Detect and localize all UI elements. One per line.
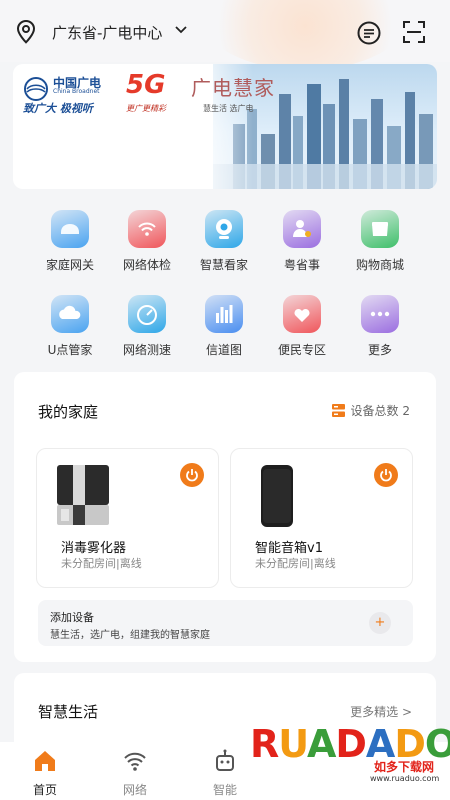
speedometer-icon: [128, 295, 166, 333]
watermark-url: www.ruaduo.com: [370, 774, 440, 783]
brand1-slogan: 致广大 极视听: [23, 102, 93, 115]
service-label: 粤省事: [283, 258, 320, 272]
service-label: 购物商城: [355, 258, 404, 272]
brand3-logo: 广电慧家: [191, 76, 275, 100]
service-label: 更多: [367, 343, 392, 357]
service-label: 网络体检: [122, 258, 171, 272]
tab-network[interactable]: 网络: [105, 742, 165, 798]
wifi-icon: [124, 752, 146, 771]
device-list-icon: [331, 404, 345, 417]
tab-label: 智能: [212, 783, 237, 797]
power-icon: [186, 469, 198, 482]
home-icon: [35, 751, 55, 771]
device-card-sterilizer[interactable]: 消毒雾化器 未分配房间|离线: [36, 448, 219, 588]
china-broadnet-logo-icon: [24, 77, 48, 101]
add-device-button[interactable]: +: [369, 612, 391, 634]
service-label: 智慧看家: [199, 258, 248, 272]
power-button[interactable]: [374, 463, 398, 487]
smart-life-title: 智慧生活: [38, 703, 99, 721]
tab-label: 首页: [32, 783, 57, 797]
my-family-card: 我的家庭 设备总数 2 消毒雾化器 未分配房间|离线 智能音箱v1 未分配房间|…: [14, 372, 436, 662]
camera-icon: [205, 210, 243, 248]
service-label: 网络测速: [122, 343, 171, 357]
tab-home[interactable]: 首页: [15, 742, 75, 798]
service-item-10[interactable]: 更多: [342, 295, 418, 358]
power-button[interactable]: [180, 463, 204, 487]
promo-banner[interactable]: 中国广电 China Broadnet 致广大 极视听 5G 更广更精彩 广电慧…: [13, 64, 437, 189]
service-item-9[interactable]: 便民专区: [264, 295, 340, 358]
add-device-bar[interactable]: 添加设备 慧生活，选广电，组建我的智慧家庭 +: [38, 600, 413, 646]
service-item-5[interactable]: 购物商城: [342, 210, 418, 273]
device-count[interactable]: 设备总数 2: [331, 402, 410, 419]
service-item-2[interactable]: 网络体检: [109, 210, 185, 273]
brand2-5g-logo: 5G: [126, 70, 166, 100]
tab-smart[interactable]: 智能: [195, 742, 255, 798]
device-status: 未分配房间|离线: [61, 557, 142, 570]
home-gateway-icon: [51, 210, 89, 248]
service-item-7[interactable]: 网络测速: [109, 295, 185, 358]
family-title: 我的家庭: [38, 403, 99, 421]
robot-icon: [216, 749, 234, 771]
device-status: 未分配房间|离线: [255, 557, 336, 570]
service-item-3[interactable]: 智慧看家: [186, 210, 262, 273]
service-item-1[interactable]: 家庭网关: [32, 210, 108, 273]
location-label[interactable]: 广东省-广电中心: [52, 22, 162, 43]
watermark-cn: 如多下载网: [374, 760, 435, 774]
service-item-4[interactable]: 粤省事: [264, 210, 340, 273]
heart-hand-icon: [283, 295, 321, 333]
watermark-logo: RUADADO 如多下载网 www.ruaduo.com: [250, 722, 450, 800]
add-device-desc: 慧生活，选广电，组建我的智慧家庭: [50, 630, 210, 641]
network-check-icon: [128, 210, 166, 248]
service-label: 家庭网关: [45, 258, 94, 272]
chevron-down-icon[interactable]: [174, 23, 188, 37]
brand2-subtitle: 更广更精彩: [126, 104, 166, 113]
device-name: 智能音箱v1: [255, 541, 323, 556]
device-name: 消毒雾化器: [61, 541, 127, 556]
sterilizer-device-image: [57, 465, 109, 525]
brand3-subtitle: 慧生活 选广电: [203, 104, 254, 113]
service-item-8[interactable]: 信道图: [186, 295, 262, 358]
service-label: 信道图: [205, 343, 242, 357]
header: 广东省-广电中心: [0, 0, 450, 70]
smart-speaker-image: [261, 465, 293, 527]
scan-icon[interactable]: [402, 20, 426, 44]
shop-icon: [361, 210, 399, 248]
location-pin-icon[interactable]: [14, 19, 38, 45]
service-item-6[interactable]: U点管家: [32, 295, 108, 358]
bar-chart-icon: [205, 295, 243, 333]
add-device-title: 添加设备: [50, 611, 94, 624]
cloud-icon: [51, 295, 89, 333]
service-label: U点管家: [47, 343, 93, 357]
person-icon: [283, 210, 321, 248]
message-icon[interactable]: [356, 20, 382, 46]
brand1-subtitle: China Broadnet: [53, 88, 100, 95]
tab-label: 网络: [122, 783, 147, 797]
more-picks-link[interactable]: 更多精选 >: [350, 703, 412, 720]
more-icon: [361, 295, 399, 333]
power-icon: [380, 469, 392, 482]
service-label: 便民专区: [277, 343, 326, 357]
device-card-speaker[interactable]: 智能音箱v1 未分配房间|离线: [230, 448, 413, 588]
